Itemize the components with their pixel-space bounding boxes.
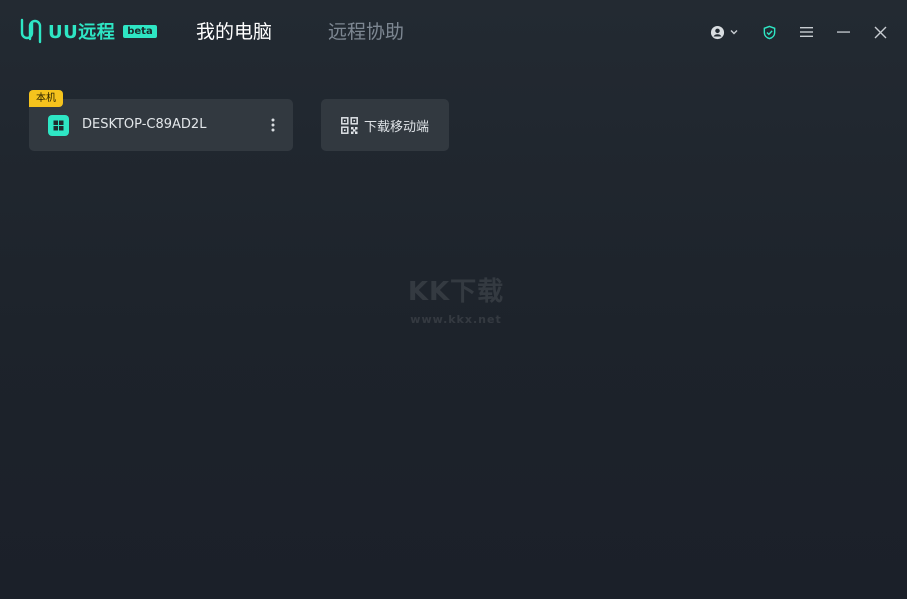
device-more-button[interactable] <box>265 115 281 135</box>
user-account-icon <box>710 25 724 39</box>
title-bar: UU远程 beta 我的电脑 远程协助 <box>0 0 907 64</box>
menu-icon <box>799 27 813 37</box>
watermark: KK下载 www.kkx.net <box>396 276 516 328</box>
menu-button[interactable] <box>795 20 817 44</box>
more-vertical-icon <box>271 118 275 132</box>
minimize-icon <box>836 31 850 33</box>
security-button[interactable] <box>758 20 780 44</box>
tab-remote-assist[interactable]: 远程协助 <box>328 18 404 46</box>
local-device-badge: 本机 <box>29 90 63 107</box>
app-window: UU远程 beta 我的电脑 远程协助 DESKTOP-C89AD2L 本机 下… <box>0 0 907 599</box>
device-card[interactable]: DESKTOP-C89AD2L <box>29 99 293 151</box>
account-button[interactable] <box>708 20 740 44</box>
shield-check-icon <box>763 25 775 39</box>
close-button[interactable] <box>869 20 891 44</box>
close-icon <box>874 26 886 38</box>
download-mobile-button[interactable]: 下载移动端 <box>321 99 449 151</box>
qr-code-icon <box>341 116 358 134</box>
download-mobile-label: 下载移动端 <box>363 119 429 135</box>
watermark-logo: KK下载 <box>407 277 505 307</box>
device-name: DESKTOP-C89AD2L <box>82 117 207 132</box>
uu-logo-icon <box>20 18 42 44</box>
tab-my-computer[interactable]: 我的电脑 <box>196 18 272 46</box>
windows-icon <box>48 115 69 136</box>
chevron-down-icon <box>730 30 737 35</box>
beta-badge: beta <box>123 25 157 38</box>
minimize-button[interactable] <box>832 20 854 44</box>
watermark-url: www.kkx.net <box>410 313 502 326</box>
app-name: UU远程 <box>48 22 116 43</box>
app-logo: UU远程 beta <box>19 17 157 45</box>
windows-logo <box>53 120 64 131</box>
